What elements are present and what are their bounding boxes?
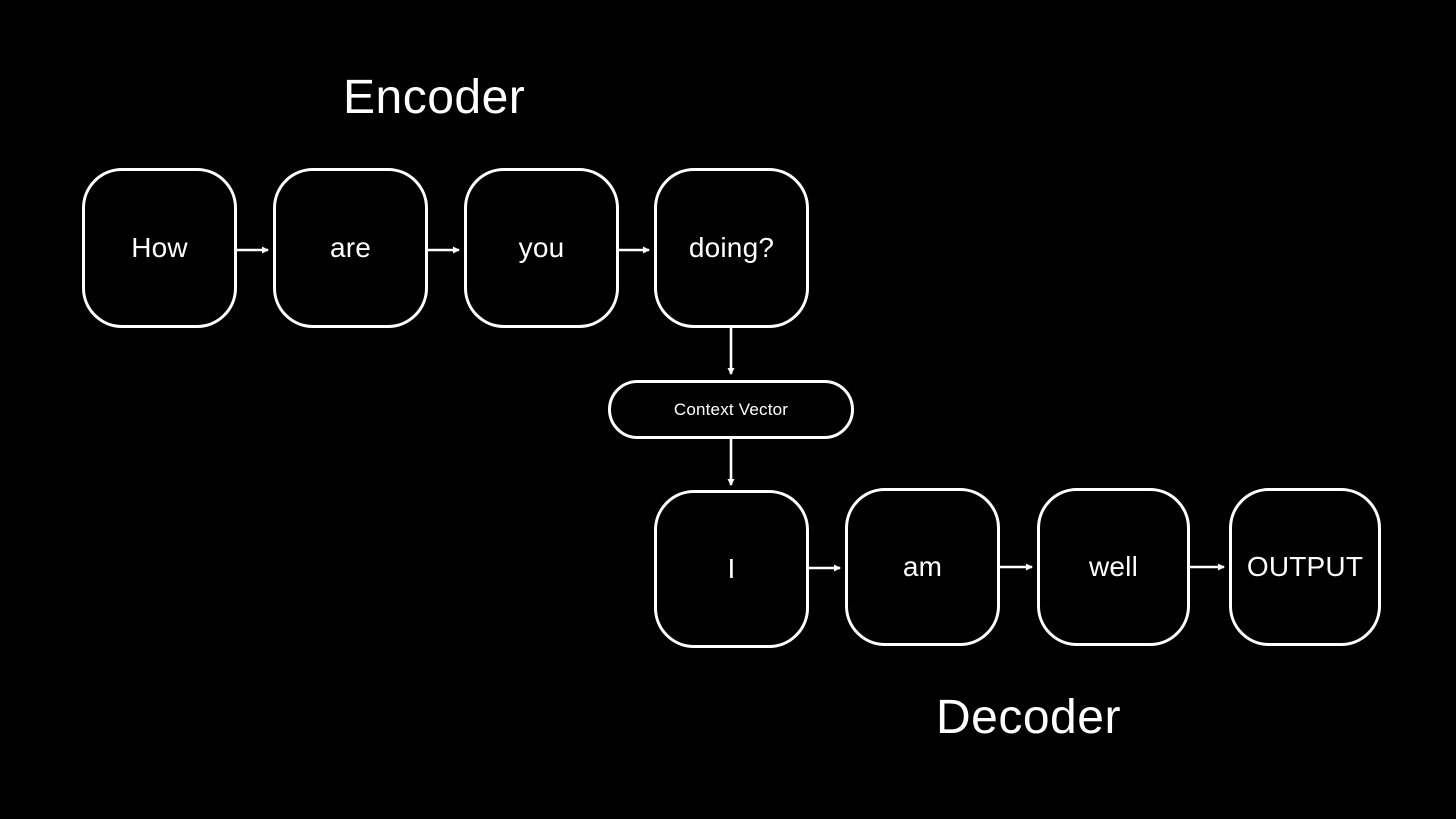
encoder-node-are[interactable]: are [273, 168, 428, 328]
diagram-canvas: Encoder How are you doing? Context Vecto… [0, 0, 1456, 819]
encoder-node-you[interactable]: you [464, 168, 619, 328]
decoder-node-well[interactable]: well [1037, 488, 1190, 646]
context-vector-node[interactable]: Context Vector [608, 380, 854, 439]
encoder-section-title: Encoder [343, 71, 526, 124]
context-vector-label: Context Vector [673, 400, 789, 419]
encoder-node-doing[interactable]: doing? [654, 168, 809, 328]
decoder-section-title: Decoder [936, 691, 1121, 744]
encoder-node-label: doing? [688, 232, 775, 263]
decoder-node-i[interactable]: I [654, 490, 809, 648]
decoder-node-label: I [727, 553, 736, 584]
decoder-node-label: OUTPUT [1246, 551, 1364, 582]
encoder-node-how[interactable]: How [82, 168, 237, 328]
encoder-node-label: you [518, 232, 565, 263]
decoder-node-output[interactable]: OUTPUT [1229, 488, 1381, 646]
decoder-node-label: am [902, 551, 943, 582]
encoder-node-label: are [329, 232, 372, 263]
decoder-node-label: well [1088, 551, 1139, 582]
decoder-node-am[interactable]: am [845, 488, 1000, 646]
encoder-node-label: How [131, 232, 188, 263]
